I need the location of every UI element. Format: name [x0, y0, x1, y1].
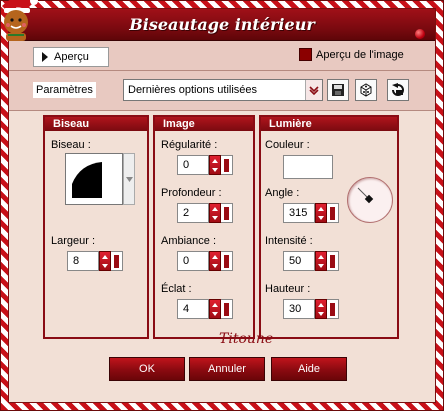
depth-slider[interactable] [221, 203, 233, 223]
smoothness-spinner[interactable]: 0 [177, 155, 233, 175]
elevation-arrows[interactable] [315, 299, 327, 319]
signature-watermark: Titoune [219, 331, 274, 347]
depth-spinner[interactable]: 2 [177, 203, 233, 223]
ornament-icon [415, 29, 425, 39]
bevel-dropdown-button[interactable] [123, 153, 135, 205]
shine-value[interactable]: 4 [177, 299, 209, 319]
params-label: Paramètres [33, 82, 96, 98]
bevel-shape-icon [72, 162, 102, 198]
gingerbread-mascot-icon [2, 0, 38, 41]
preview-toggle-button[interactable]: Aperçu [33, 47, 109, 67]
play-icon [42, 52, 48, 62]
save-preset-button[interactable] [327, 79, 349, 101]
angle-value[interactable]: 315 [283, 203, 315, 223]
elevation-slider[interactable] [327, 299, 339, 319]
shine-spinner[interactable]: 4 [177, 299, 233, 319]
randomize-icon [360, 83, 372, 97]
preview-button-label: Aperçu [54, 51, 89, 63]
light-panel-header: Lumière [261, 117, 397, 131]
intensity-spinner[interactable]: 50 [283, 251, 339, 271]
ambience-slider[interactable] [221, 251, 233, 271]
intensity-slider[interactable] [327, 251, 339, 271]
intensity-label: Intensité : [265, 235, 313, 247]
angle-arrows[interactable] [315, 203, 327, 223]
image-preview-label: Aperçu de l'image [316, 48, 404, 61]
checkbox-box[interactable] [299, 48, 312, 61]
width-arrows[interactable] [99, 251, 111, 271]
angle-spinner[interactable]: 315 [283, 203, 339, 223]
image-panel: Image Régularité : 0 Profondeur : 2 Ambi… [153, 115, 255, 339]
light-panel: Lumière Couleur : Angle : 315 Intensité … [259, 115, 399, 339]
image-preview-checkbox[interactable]: Aperçu de l'image [299, 48, 404, 61]
depth-value[interactable]: 2 [177, 203, 209, 223]
smoothness-value[interactable]: 0 [177, 155, 209, 175]
bevel-panel: Biseau Biseau : Largeur : 8 [43, 115, 149, 339]
depth-arrows[interactable] [209, 203, 221, 223]
width-label: Largeur : [51, 235, 96, 247]
chevron-down-icon[interactable] [305, 80, 322, 100]
elevation-label: Hauteur : [265, 283, 311, 295]
elevation-spinner[interactable]: 30 [283, 299, 339, 319]
ambience-spinner[interactable]: 0 [177, 251, 233, 271]
depth-label: Profondeur : [161, 187, 222, 199]
bevel-shape-preview[interactable] [65, 153, 123, 205]
title-bar[interactable]: Biseautage intérieur [9, 9, 435, 41]
shine-label: Éclat : [161, 283, 192, 295]
angle-label: Angle : [265, 187, 300, 199]
elevation-value[interactable]: 30 [283, 299, 315, 319]
ok-button[interactable]: OK [109, 357, 185, 381]
smoothness-arrows[interactable] [209, 155, 221, 175]
image-panel-header: Image [155, 117, 253, 131]
dialog-window: Biseautage intérieur Aperçu Aperçu de l'… [8, 8, 436, 403]
save-icon [332, 84, 344, 96]
angle-slider[interactable] [327, 203, 339, 223]
reset-button[interactable] [387, 79, 409, 101]
smoothness-slider[interactable] [221, 155, 233, 175]
randomize-button[interactable] [355, 79, 377, 101]
cancel-button[interactable]: Annuler [189, 357, 265, 381]
bevel-label: Biseau : [51, 139, 91, 151]
angle-dial[interactable] [347, 177, 393, 223]
smoothness-label: Régularité : [161, 139, 218, 151]
ambience-value[interactable]: 0 [177, 251, 209, 271]
bevel-panel-header: Biseau [45, 117, 147, 131]
color-label: Couleur : [265, 139, 310, 151]
width-value[interactable]: 8 [67, 251, 99, 271]
preview-row: Aperçu Aperçu de l'image [9, 41, 435, 71]
help-button[interactable]: Aide [271, 357, 347, 381]
light-color-swatch[interactable] [283, 155, 333, 179]
shine-slider[interactable] [221, 299, 233, 319]
reset-icon [392, 83, 404, 96]
shine-arrows[interactable] [209, 299, 221, 319]
window-title: Biseautage intérieur [129, 15, 315, 34]
preset-select[interactable]: Dernières options utilisées [123, 79, 323, 101]
ambience-label: Ambiance : [161, 235, 217, 247]
intensity-value[interactable]: 50 [283, 251, 315, 271]
ambience-arrows[interactable] [209, 251, 221, 271]
params-row: Paramètres Dernières options utilisées [9, 71, 435, 111]
angle-needle-icon [357, 187, 374, 204]
width-spinner[interactable]: 8 [67, 251, 123, 271]
intensity-arrows[interactable] [315, 251, 327, 271]
width-slider[interactable] [111, 251, 123, 271]
